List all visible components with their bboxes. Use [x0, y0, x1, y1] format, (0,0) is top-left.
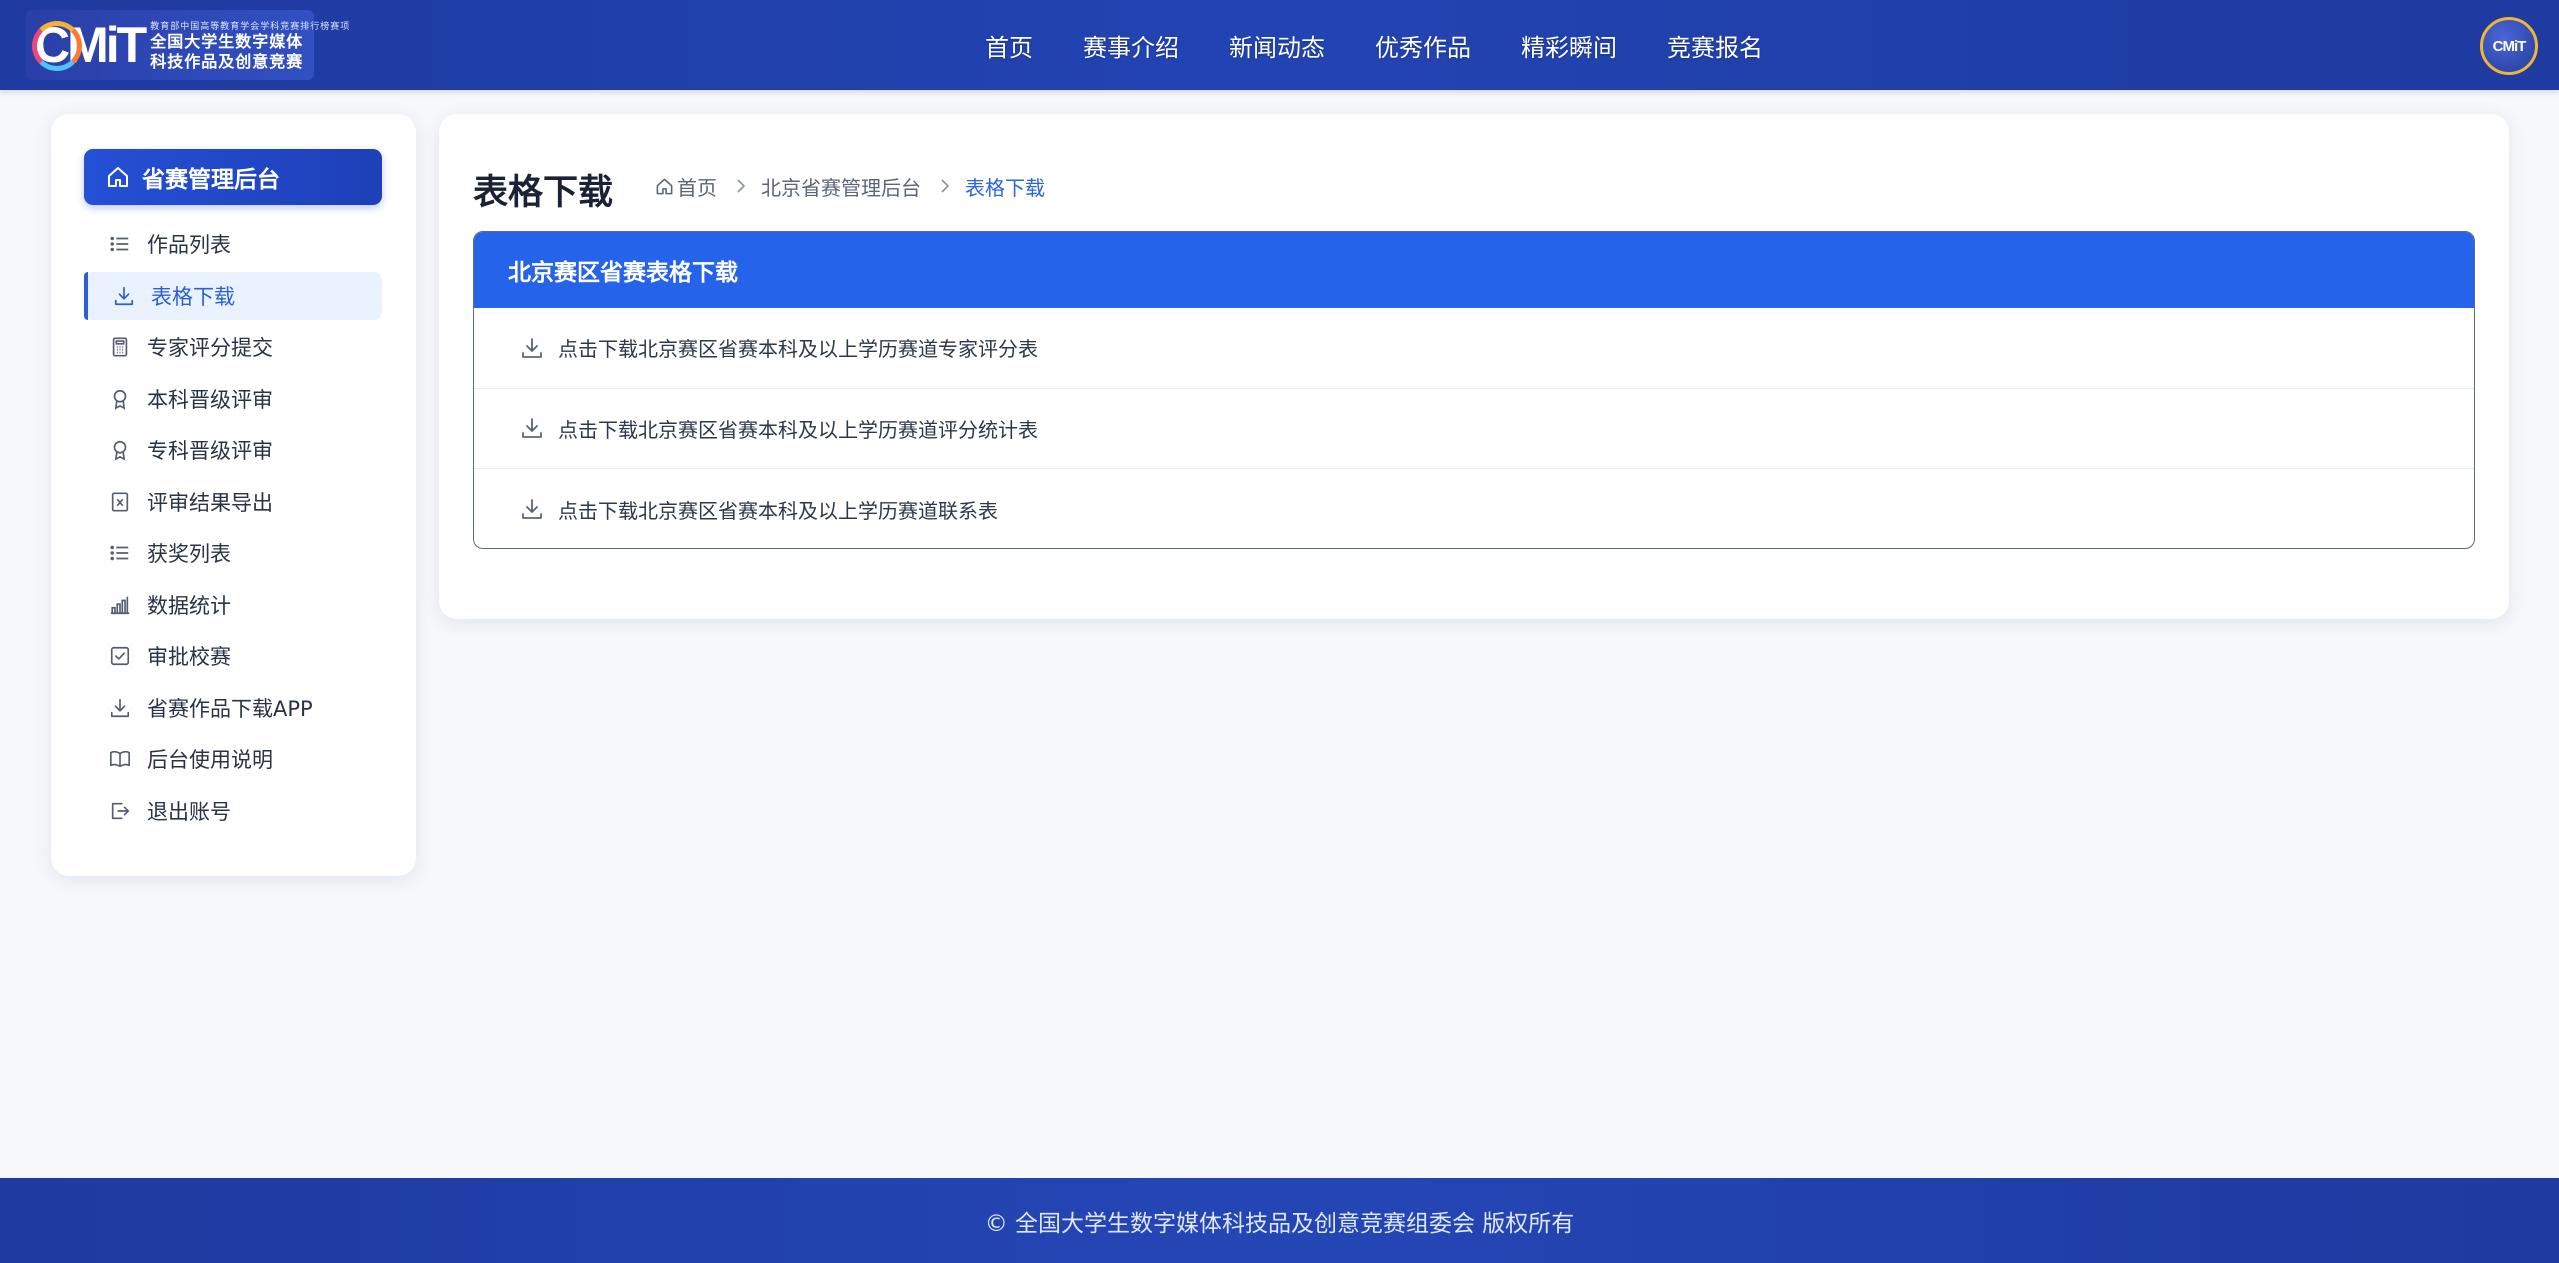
sidebar-item-manual[interactable]: 后台使用说明	[84, 735, 382, 783]
sidebar-item-label: 后台使用说明	[147, 748, 273, 772]
download-icon	[110, 698, 130, 717]
list-icon	[110, 236, 129, 252]
sidebar-item-label: 作品列表	[147, 233, 231, 257]
logo-line-1: 全国大学生数字媒体	[150, 31, 304, 51]
logo-mark: CMiT	[32, 17, 147, 73]
sidebar-item-label: 本科晋级评审	[147, 387, 273, 412]
sidebar-item-label: 专科晋级评审	[147, 439, 273, 463]
nav-register[interactable]: 竞赛报名	[1642, 28, 1788, 63]
logo-small-text: 教育部中国高等教育学会学科竞赛排行榜赛项	[150, 21, 351, 32]
sidebar-item-label: 评审结果导出	[147, 490, 273, 515]
download-link-label: 点击下载北京赛区省赛本科及以上学历赛道评分统计表	[558, 417, 1038, 442]
download-link-expert-score[interactable]: 点击下载北京赛区省赛本科及以上学历赛道专家评分表	[474, 308, 2474, 389]
sidebar: 省赛管理后台 作品列表 表格下载 专家评分提交 本科晋级评审 专科晋级评审 评审…	[51, 114, 416, 876]
sidebar-item-label: 表格下载	[151, 284, 235, 309]
download-link-label: 点击下载北京赛区省赛本科及以上学历赛道专家评分表	[558, 337, 1038, 362]
download-link-score-stats[interactable]: 点击下载北京赛区省赛本科及以上学历赛道评分统计表	[474, 389, 2474, 469]
site-logo[interactable]: CMiT 教育部中国高等教育学会学科竞赛排行榜赛项 全国大学生数字媒体 科技作品…	[26, 10, 349, 80]
home-icon	[656, 178, 673, 194]
sidebar-item-label: 退出账号	[147, 799, 231, 824]
nav-news[interactable]: 新闻动态	[1204, 28, 1350, 63]
avatar-text: CMiT	[2492, 37, 2527, 55]
sidebar-item-download-app[interactable]: 省赛作品下载APP	[84, 684, 382, 732]
download-icon	[522, 418, 542, 439]
sidebar-item-label: 审批校赛	[147, 645, 231, 669]
download-link-contacts[interactable]: 点击下载北京赛区省赛本科及以上学历赛道联系表	[474, 469, 2474, 548]
logout-icon	[111, 802, 130, 819]
nav-works[interactable]: 优秀作品	[1350, 28, 1496, 63]
award-icon	[113, 440, 127, 461]
sidebar-item-statistics[interactable]: 数据统计	[84, 581, 382, 629]
sidebar-item-label: 专家评分提交	[147, 336, 273, 360]
footer: © 全国大学生数字媒体科技品及创意竞赛组委会 版权所有	[0, 1178, 2559, 1263]
sidebar-title-button[interactable]: 省赛管理后台	[84, 149, 382, 205]
breadcrumb-home[interactable]: 首页	[677, 172, 717, 201]
sidebar-item-form-download[interactable]: 表格下载	[84, 271, 382, 320]
chevron-right-icon	[737, 179, 746, 193]
sidebar-item-label: 获奖列表	[147, 542, 231, 566]
checkbox-icon	[110, 646, 130, 666]
download-link-label: 点击下载北京赛区省赛本科及以上学历赛道联系表	[558, 498, 998, 523]
sidebar-item-result-export[interactable]: 评审结果导出	[84, 478, 382, 526]
nav-home[interactable]: 首页	[960, 28, 1058, 63]
nav-intro[interactable]: 赛事介绍	[1058, 28, 1204, 63]
sidebar-item-expert-score[interactable]: 专家评分提交	[84, 323, 382, 371]
sidebar-item-undergrad-review[interactable]: 本科晋级评审	[84, 375, 382, 423]
chevron-right-icon	[941, 179, 950, 193]
main-nav: 首页 赛事介绍 新闻动态 优秀作品 精彩瞬间 竞赛报名	[960, 0, 1788, 90]
breadcrumb: 首页 北京省赛管理后台 表格下载	[655, 170, 1045, 202]
sidebar-menu: 作品列表 表格下载 专家评分提交 本科晋级评审 专科晋级评审 评审结果导出 获奖…	[84, 220, 382, 838]
download-icon	[522, 499, 542, 520]
breadcrumb-current: 表格下载	[965, 175, 1045, 200]
bar-chart-icon	[110, 596, 130, 614]
nav-moments[interactable]: 精彩瞬间	[1496, 28, 1642, 63]
logo-text: 教育部中国高等教育学会学科竞赛排行榜赛项 全国大学生数字媒体 科技作品及创意竞赛	[150, 19, 350, 72]
main-card: 表格下载 首页 北京省赛管理后台 表格下载 北京赛区省赛表格下载 点击下载北京赛…	[439, 114, 2509, 619]
list-icon	[110, 545, 129, 561]
panel-title: 北京赛区省赛表格下载	[474, 232, 2474, 308]
download-icon	[522, 337, 542, 358]
excel-file-icon	[111, 491, 129, 512]
sidebar-item-award-list[interactable]: 获奖列表	[84, 529, 382, 577]
award-icon	[113, 389, 127, 410]
download-icon	[114, 286, 134, 305]
sidebar-item-label: 省赛作品下载APP	[147, 696, 313, 721]
user-avatar[interactable]: CMiT	[2480, 17, 2538, 75]
copyright-text: © 全国大学生数字媒体科技品及创意竞赛组委会 版权所有	[984, 1210, 1575, 1237]
sidebar-item-works-list[interactable]: 作品列表	[84, 220, 382, 268]
sidebar-item-label: 数据统计	[147, 593, 231, 618]
sidebar-item-college-review[interactable]: 专科晋级评审	[84, 426, 382, 474]
book-icon	[110, 750, 130, 768]
download-panel: 北京赛区省赛表格下载 点击下载北京赛区省赛本科及以上学历赛道专家评分表 点击下载…	[473, 231, 2475, 549]
home-icon	[108, 167, 128, 187]
logo-line-2: 科技作品及创意竞赛	[150, 51, 304, 71]
breadcrumb-admin[interactable]: 北京省赛管理后台	[761, 172, 921, 201]
sidebar-item-logout[interactable]: 退出账号	[84, 787, 382, 835]
top-navbar: CMiT 教育部中国高等教育学会学科竞赛排行榜赛项 全国大学生数字媒体 科技作品…	[0, 0, 2559, 90]
logo-ring-icon	[32, 21, 82, 71]
sidebar-title: 省赛管理后台	[142, 167, 280, 193]
page-title: 表格下载	[473, 173, 614, 213]
calculator-icon	[112, 337, 128, 357]
sidebar-item-approve-school[interactable]: 审批校赛	[84, 632, 382, 680]
